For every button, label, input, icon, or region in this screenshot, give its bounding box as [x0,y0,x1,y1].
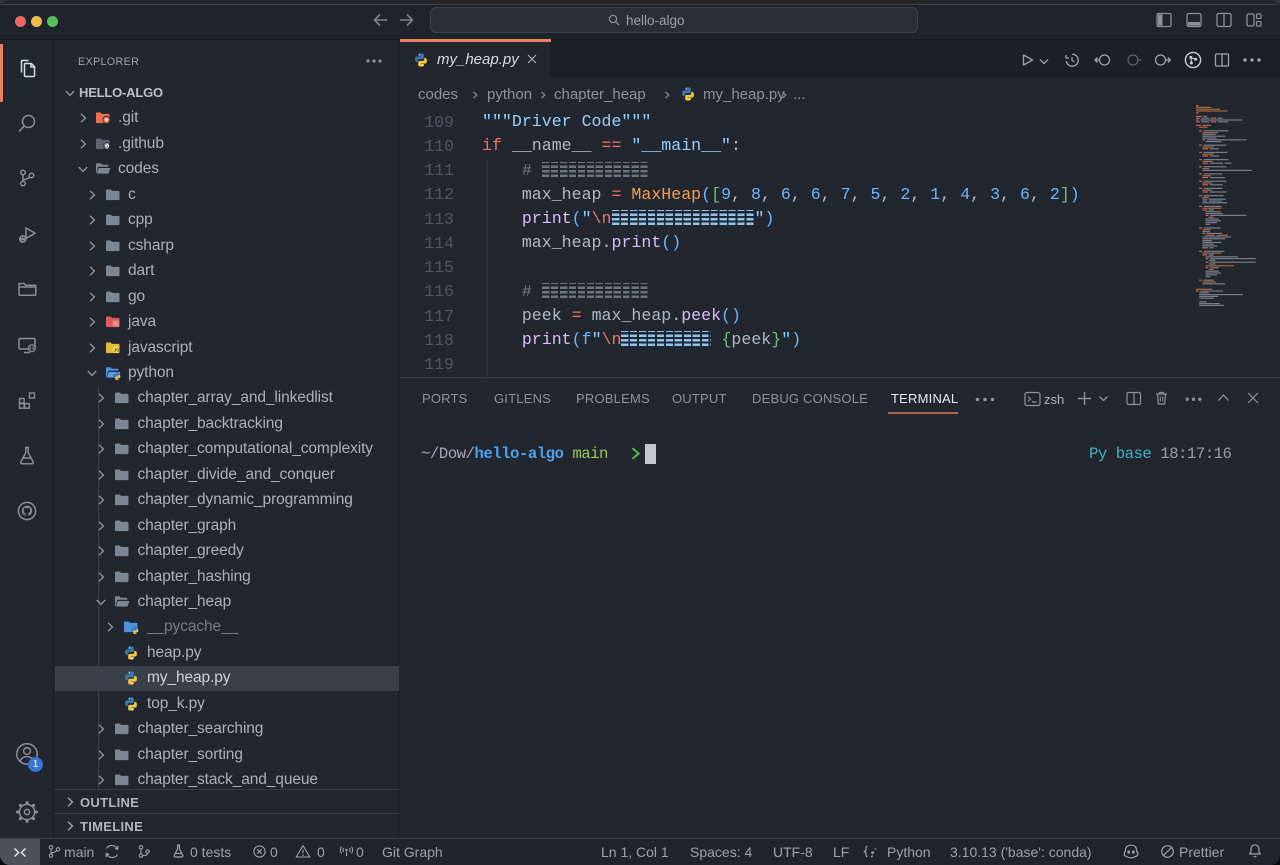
svg-text:JS: JS [113,347,119,352]
